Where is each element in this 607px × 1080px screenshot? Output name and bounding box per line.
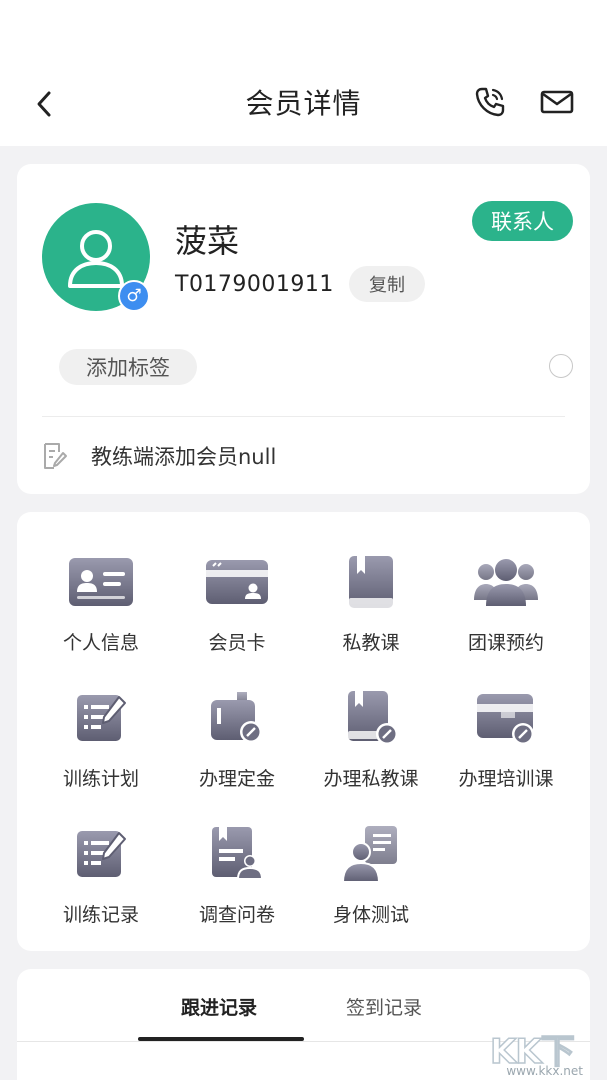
grid-item-member-card[interactable]: 会员卡 xyxy=(167,552,307,662)
add-tag-button[interactable]: 添加标签 xyxy=(59,349,197,385)
phone-icon[interactable] xyxy=(470,82,510,122)
grid-label: 身体测试 xyxy=(332,904,409,926)
contact-button[interactable]: 联系人 xyxy=(472,201,573,241)
deposit-icon xyxy=(203,688,271,748)
grid-label: 办理定金 xyxy=(198,768,275,790)
grid-item-training-record[interactable]: 训练记录 xyxy=(31,824,171,934)
note-edit-icon xyxy=(42,441,68,471)
select-radio[interactable] xyxy=(549,354,573,378)
grid-label: 办理培训课 xyxy=(458,768,554,790)
book-icon xyxy=(337,552,405,612)
grid-label: 调查问卷 xyxy=(198,904,275,926)
grid-label: 个人信息 xyxy=(62,632,139,654)
grid-item-personal-info[interactable]: 个人信息 xyxy=(31,552,171,662)
top-bar: 会员详情 xyxy=(0,62,607,146)
member-card-icon xyxy=(203,552,271,612)
grid-label: 团课预约 xyxy=(467,632,544,654)
body-test-icon xyxy=(337,824,405,884)
grid-item-handle-private-course[interactable]: 办理私教课 xyxy=(301,688,441,798)
survey-icon xyxy=(203,824,271,884)
page-title: 会员详情 xyxy=(245,87,362,120)
member-note: 教练端添加会员null xyxy=(91,445,277,469)
function-grid-card: 个人信息 会员卡 私教课 团课预约 训练计划 办理定金 办理私教课 办理培训课 … xyxy=(17,512,590,951)
watermark-logo: KK下载 www.kkx.net xyxy=(489,1022,607,1080)
grid-label: 训练记录 xyxy=(62,904,139,926)
member-profile-card: ♂ 菠菜 T0179001911 复制 联系人 添加标签 教练端添加会员null xyxy=(17,164,590,494)
status-bar xyxy=(0,0,607,62)
mail-icon[interactable] xyxy=(537,82,577,122)
grid-item-private-course[interactable]: 私教课 xyxy=(301,552,441,662)
grid-item-handle-training-course[interactable]: 办理培训课 xyxy=(436,688,576,798)
training-card-icon xyxy=(472,688,540,748)
grid-label: 私教课 xyxy=(342,632,400,654)
grid-label: 训练计划 xyxy=(62,768,139,790)
grid-item-group-booking[interactable]: 团课预约 xyxy=(436,552,576,662)
id-card-icon xyxy=(67,552,135,612)
grid-item-deposit[interactable]: 办理定金 xyxy=(167,688,307,798)
tab-check-in-records[interactable]: 签到记录 xyxy=(346,993,422,1020)
group-icon xyxy=(472,552,540,612)
plan-edit-icon xyxy=(67,688,135,748)
grid-item-survey[interactable]: 调查问卷 xyxy=(167,824,307,934)
copy-button[interactable]: 复制 xyxy=(349,266,425,302)
divider xyxy=(42,416,565,417)
grid-label: 办理私教课 xyxy=(323,768,419,790)
grid-item-body-test[interactable]: 身体测试 xyxy=(301,824,441,934)
grid-item-training-plan[interactable]: 训练计划 xyxy=(31,688,171,798)
member-id: T0179001911 xyxy=(175,272,334,297)
grid-label: 会员卡 xyxy=(208,632,266,654)
watermark-url: www.kkx.net xyxy=(506,1064,583,1078)
record-edit-icon xyxy=(67,824,135,884)
member-name: 菠菜 xyxy=(175,222,240,260)
book-edit-icon xyxy=(337,688,405,748)
gender-male-icon: ♂ xyxy=(118,280,150,312)
tab-follow-up-records[interactable]: 跟进记录 xyxy=(181,993,257,1020)
